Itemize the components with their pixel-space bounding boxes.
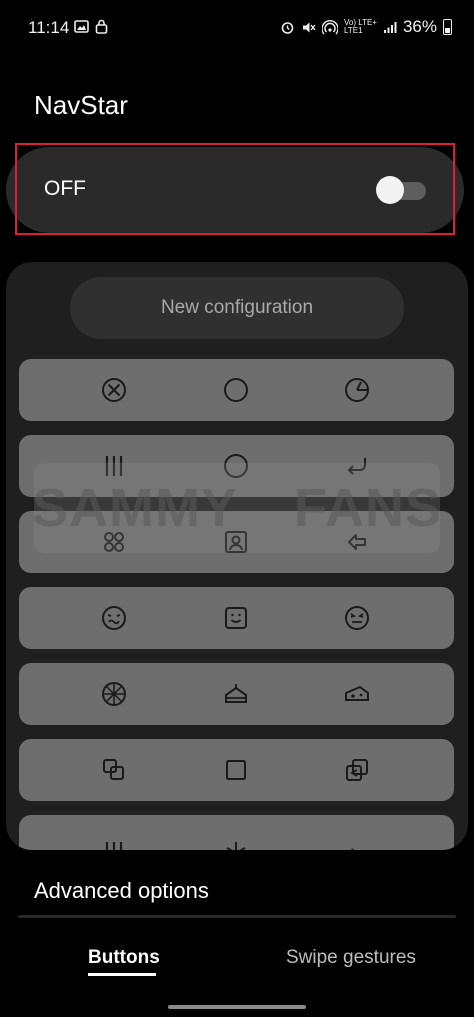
watermark: SAMMY FANS (31, 463, 443, 553)
home-indicator[interactable] (168, 1005, 306, 1009)
asterisk-icon (220, 830, 252, 850)
switch-window-icon (341, 754, 373, 786)
preset-row-1[interactable] (19, 359, 454, 421)
hotspot-icon (321, 19, 338, 35)
preset-row-4[interactable] (19, 587, 454, 649)
section-divider (18, 915, 456, 918)
network-label-bottom: LTE1 (343, 26, 363, 35)
pie-circle-icon (341, 374, 373, 406)
face-squint-icon (341, 602, 373, 634)
pizza-icon (98, 678, 130, 710)
circle-icon (220, 374, 252, 406)
left-arrow-icon (341, 830, 373, 850)
alarm-icon (280, 20, 295, 35)
advanced-options-heading[interactable]: Advanced options (34, 878, 209, 904)
status-time: 11:14 (28, 18, 70, 37)
master-switch-label: OFF (44, 177, 86, 200)
tab-swipe-gestures[interactable]: Swipe gestures (286, 947, 416, 969)
lock-icon (95, 19, 108, 34)
x-circle-icon (98, 374, 130, 406)
master-toggle[interactable] (376, 176, 426, 204)
cake-icon (220, 678, 252, 710)
face-wink-icon (98, 602, 130, 634)
active-tab-indicator (88, 973, 156, 976)
new-configuration-button[interactable]: New configuration (70, 277, 404, 339)
recents-lines-icon (98, 830, 130, 850)
cheese-icon (341, 678, 373, 710)
mute-icon (301, 20, 316, 35)
preset-row-5[interactable] (19, 663, 454, 725)
overlap-squares-icon (98, 754, 130, 786)
square-icon (220, 754, 252, 786)
tab-buttons[interactable]: Buttons (88, 947, 160, 969)
signal-icon (383, 21, 397, 34)
battery-percent: 36% (402, 17, 437, 36)
watermark-left-text: SAMMY (31, 478, 238, 538)
face-square-icon (220, 602, 252, 634)
battery-icon (443, 19, 452, 35)
preset-row-6[interactable] (19, 739, 454, 801)
watermark-right-text: FANS (293, 478, 443, 538)
toggle-knob (376, 176, 404, 204)
configuration-panel: New configuration (6, 262, 468, 850)
status-bar: 11:14 Vo) LTE+ LTE1 36% (0, 0, 474, 56)
preset-row-7[interactable] (19, 815, 454, 850)
gallery-icon (74, 19, 89, 34)
page-title: NavStar (34, 90, 128, 120)
